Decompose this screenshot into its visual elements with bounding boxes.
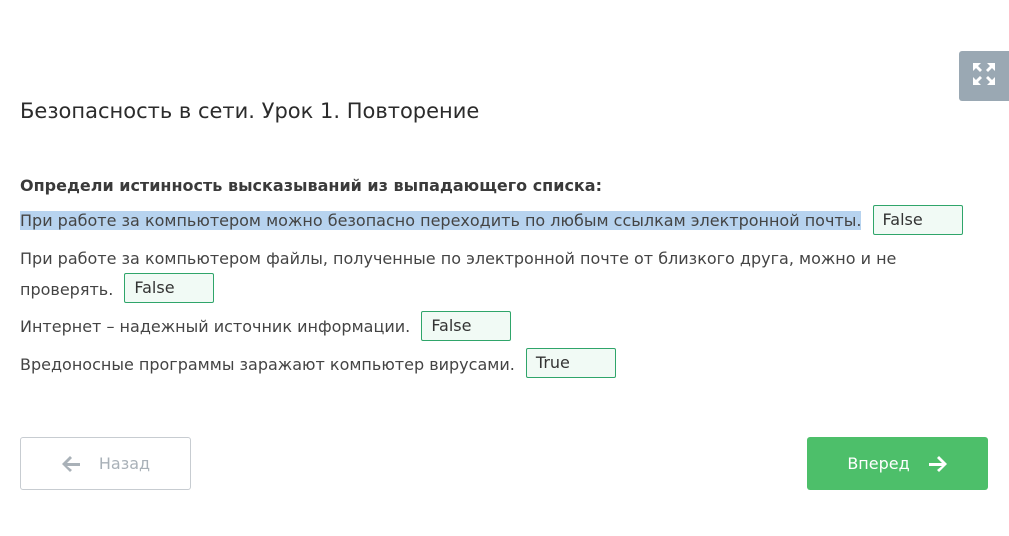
page-title: Безопасность в сети. Урок 1. Повторение — [20, 99, 480, 123]
page: Безопасность в сети. Урок 1. Повторение … — [0, 0, 1009, 536]
statement-text: При работе за компьютером можно безопасн… — [20, 211, 862, 230]
arrow-right-icon — [928, 454, 948, 474]
statement-text: Интернет – надежный источник информации. — [20, 317, 411, 336]
next-button[interactable]: Вперед — [807, 437, 988, 490]
answer-select-1[interactable]: False — [872, 204, 963, 235]
answer-select-3[interactable]: False — [421, 310, 512, 341]
back-button[interactable]: Назад — [20, 437, 191, 490]
fullscreen-button[interactable] — [959, 51, 1009, 101]
task-block: Определи истинность высказываний из выпа… — [20, 174, 980, 386]
statement-1: При работе за компьютером можно безопасн… — [20, 204, 980, 237]
arrow-left-icon — [61, 454, 81, 474]
answer-select-2[interactable]: False — [124, 273, 215, 303]
task-instruction: Определи истинность высказываний из выпа… — [20, 176, 602, 195]
statement-2: При работе за компьютером файлы, получен… — [20, 243, 980, 306]
expand-arrows-icon — [971, 61, 997, 91]
statement-4: Вредоносные программы заражают компьютер… — [20, 348, 980, 381]
back-button-label: Назад — [98, 454, 151, 473]
statement-3: Интернет – надежный источник информации.… — [20, 310, 980, 343]
statement-text: Вредоносные программы заражают компьютер… — [20, 354, 515, 374]
next-button-label: Вперед — [847, 454, 910, 473]
answer-select-4[interactable]: True — [525, 348, 616, 378]
